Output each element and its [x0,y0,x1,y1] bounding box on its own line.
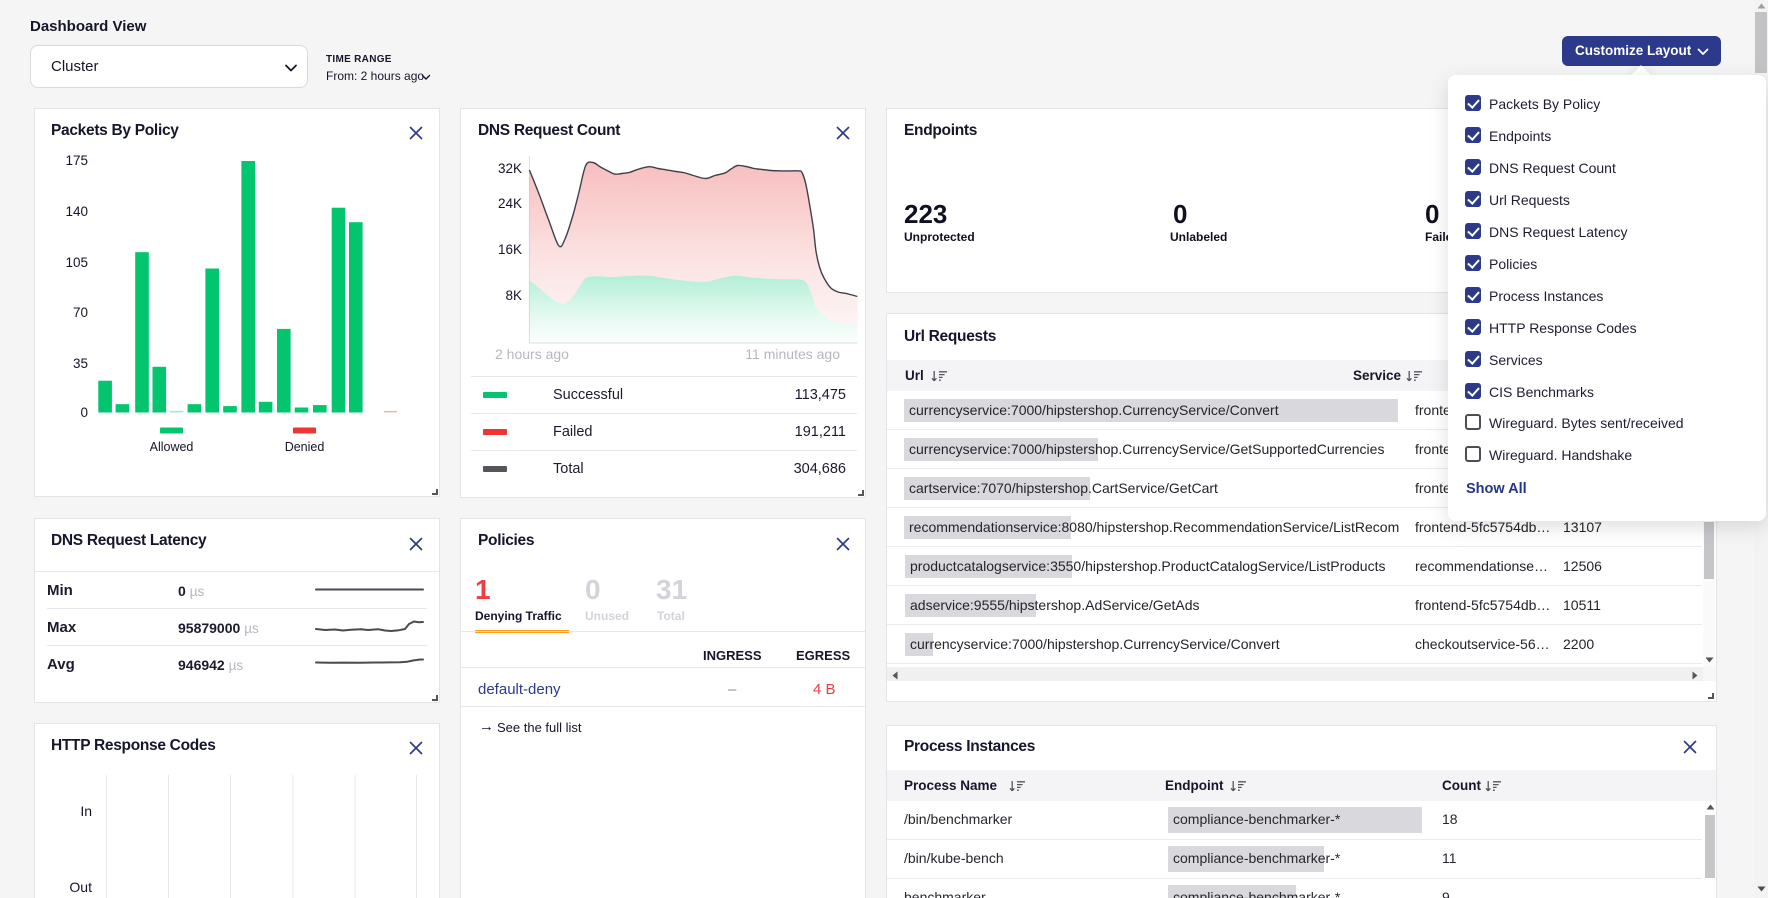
svg-text:140: 140 [65,204,88,219]
svg-text:24K: 24K [498,196,522,211]
svg-text:70: 70 [73,305,88,320]
svg-text:175: 175 [65,153,88,168]
svg-text:2 hours ago: 2 hours ago [495,346,569,362]
svg-text:0: 0 [80,405,88,420]
svg-text:Denied: Denied [285,440,325,454]
svg-text:16K: 16K [498,242,522,257]
svg-text:105: 105 [65,255,88,270]
svg-text:35: 35 [73,356,88,371]
svg-text:11 minutes ago: 11 minutes ago [745,346,840,362]
svg-text:Allowed: Allowed [150,440,194,454]
svg-text:32K: 32K [498,161,522,176]
svg-text:In: In [80,803,92,819]
svg-text:8K: 8K [505,288,522,303]
svg-text:Out: Out [69,879,92,895]
